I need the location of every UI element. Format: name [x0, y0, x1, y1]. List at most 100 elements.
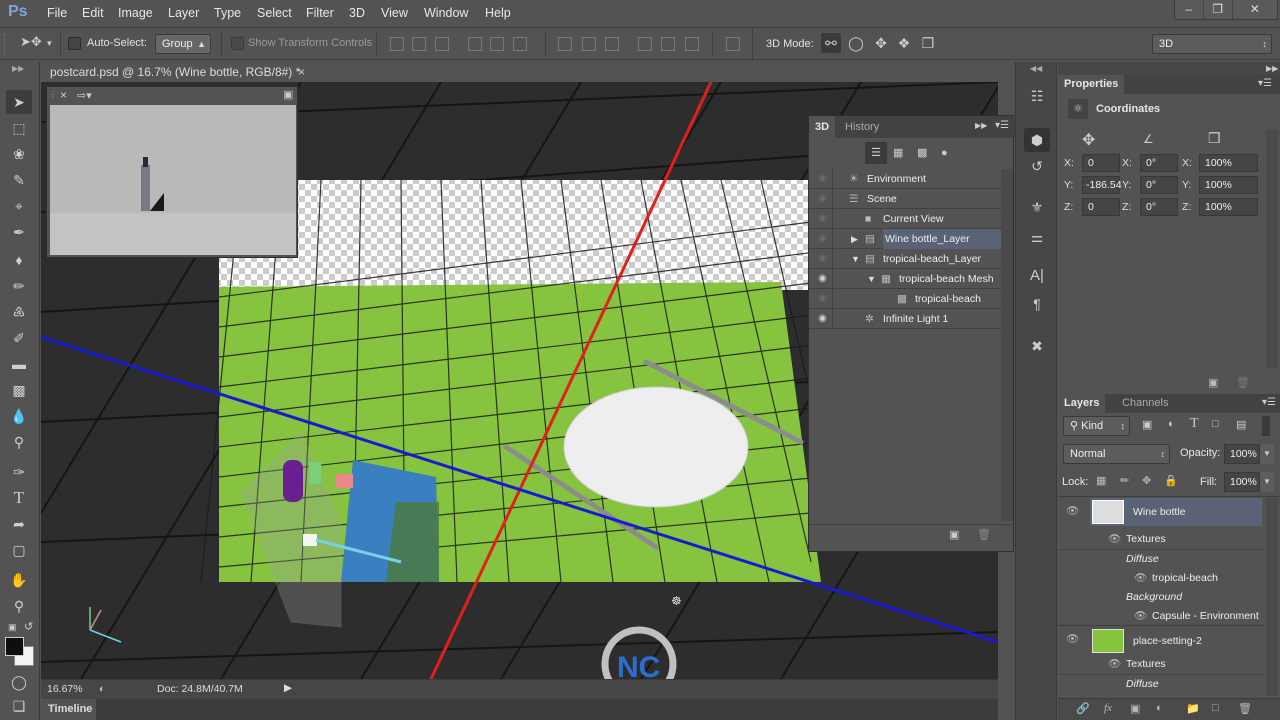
scene-tree-row[interactable]: ◉ ■ Current View	[809, 209, 1001, 229]
filter-shape-icon[interactable]: □	[1212, 418, 1219, 430]
blur-tool-icon[interactable]: 💧	[6, 404, 32, 428]
delete-3d-item-icon[interactable]: 🗑	[977, 528, 991, 541]
history-panel-icon[interactable]: ↺	[1024, 154, 1050, 178]
new-layer-icon[interactable]: □	[1212, 702, 1219, 714]
clone-stamp-tool-icon[interactable]: ♶	[6, 300, 32, 324]
visibility-eye-icon[interactable]: ◉	[813, 169, 833, 189]
layers-menu-icon[interactable]: ▾☰	[1262, 397, 1276, 408]
3d-panel-icon[interactable]: ⬢	[1024, 128, 1050, 152]
new-light-icon[interactable]: ▣	[949, 528, 959, 541]
lock-transparent-pixels-icon[interactable]: ▦	[1096, 474, 1106, 487]
lasso-tool-icon[interactable]: ❀	[6, 142, 32, 166]
swap-views-icon[interactable]: ▣	[283, 88, 293, 101]
layer-effect-textures[interactable]: 👁 Textures	[1058, 655, 1264, 675]
document-tab[interactable]: postcard.psd @ 16.7% (Wine bottle, RGB/8…	[42, 62, 312, 82]
panel-collapse-icon[interactable]: ▶▶	[975, 121, 987, 130]
3d-panel-scrollbar[interactable]	[1001, 169, 1013, 521]
properties-delete-icon[interactable]: 🗑	[1236, 376, 1250, 389]
dodge-tool-icon[interactable]: ⚲	[6, 430, 32, 454]
brush-tool-icon[interactable]: ✏	[6, 274, 32, 298]
collapse-panels-icon[interactable]: ▶▶	[1266, 64, 1278, 73]
zoom-level[interactable]: 16.67%	[47, 683, 83, 695]
move-tool-preset-icon[interactable]: ➤✥ ▼	[20, 34, 53, 50]
position-z-field[interactable]: 0	[1082, 198, 1120, 216]
menu-3d[interactable]: 3D	[349, 6, 365, 20]
filter-whole-scene-icon[interactable]: ☰	[865, 142, 887, 164]
menu-type[interactable]: Type	[214, 6, 241, 20]
layer-name[interactable]: Wine bottle	[1133, 506, 1186, 518]
scene-tree-row[interactable]: ◉ ▼ ▤ tropical-beach_Layer	[809, 249, 1001, 269]
workspace-switcher[interactable]: 3D ↕	[1152, 34, 1272, 54]
crop-tool-icon[interactable]: ⌖	[6, 194, 32, 218]
coordinates-icon[interactable]: ⚛	[1068, 99, 1088, 119]
scene-tree-row[interactable]: ◉ ▼ ▦ tropical-beach Mesh	[809, 269, 1001, 289]
history-brush-tool-icon[interactable]: ✐	[6, 326, 32, 350]
roll-3d-icon[interactable]: ◯	[846, 33, 866, 53]
opacity-slider-toggle[interactable]: ▼	[1260, 444, 1274, 464]
pan-3d-icon[interactable]: ✥	[871, 33, 891, 53]
textures-eye-icon[interactable]: 👁	[1108, 532, 1121, 545]
distribute-top-icon[interactable]	[558, 37, 572, 51]
slide-3d-icon[interactable]: ❖	[894, 33, 914, 53]
layer-name[interactable]: place-setting-2	[1133, 635, 1202, 647]
scene-tree-row[interactable]: ◉ ☀ Environment	[809, 169, 1001, 189]
menu-edit[interactable]: Edit	[82, 6, 104, 20]
link-layers-icon[interactable]: 🔗	[1076, 702, 1090, 715]
tab-layers[interactable]: Layers	[1058, 394, 1106, 413]
filter-lights-icon[interactable]: ●	[941, 142, 948, 164]
paragraph-panel-icon[interactable]: ¶	[1024, 292, 1050, 316]
scale-z-field[interactable]: 100%	[1199, 198, 1258, 216]
default-colors-icon[interactable]: ▣	[8, 622, 17, 633]
texture-tropical-beach[interactable]: 👁 tropical-beach	[1058, 569, 1264, 588]
character-panel-icon[interactable]: A|	[1024, 264, 1050, 288]
align-right-icon[interactable]	[513, 37, 527, 51]
texture-eye-icon[interactable]: 👁	[1134, 609, 1147, 622]
collapse-tools-icon[interactable]: ▶▶	[12, 64, 24, 73]
opacity-field[interactable]: 100%	[1224, 444, 1260, 464]
position-y-field[interactable]: -186.54	[1082, 176, 1122, 194]
orbit-3d-icon[interactable]: ⚯	[821, 33, 841, 53]
fill-field[interactable]: 100%	[1224, 472, 1260, 492]
menu-view[interactable]: View	[381, 6, 408, 20]
visibility-eye-icon[interactable]: ◉	[813, 249, 833, 269]
quick-selection-tool-icon[interactable]: ✎	[6, 168, 32, 192]
align-bottom-icon[interactable]	[435, 37, 449, 51]
close-button[interactable]: ✕	[1231, 0, 1277, 19]
path-selection-tool-icon[interactable]: ➦	[6, 512, 32, 536]
collapse-arrow-icon[interactable]: ▼	[851, 249, 860, 269]
add-mask-icon[interactable]: ▣	[1130, 702, 1140, 715]
auto-select-checkbox[interactable]	[68, 37, 81, 50]
brush-presets-icon[interactable]: ⚜	[1024, 195, 1050, 219]
rotation-y-field[interactable]: 0°	[1140, 176, 1178, 194]
minimize-button[interactable]: –	[1175, 0, 1203, 19]
layer-effect-textures[interactable]: 👁 Textures	[1058, 530, 1264, 550]
lock-position-icon[interactable]: ✥	[1142, 474, 1151, 487]
brush-panel-icon[interactable]: ⚌	[1024, 225, 1050, 249]
menu-help[interactable]: Help	[485, 6, 511, 20]
align-vcenter-icon[interactable]	[412, 37, 426, 51]
filter-meshes-icon[interactable]: ▦	[893, 142, 903, 164]
properties-menu-icon[interactable]: ▾☰	[1258, 78, 1272, 89]
distribute-right-icon[interactable]	[685, 37, 699, 51]
scene-tree-row[interactable]: ◉ ✲ Infinite Light 1	[809, 309, 1001, 329]
layers-scrollbar[interactable]	[1266, 498, 1278, 696]
blend-mode-dropdown[interactable]: Normal ↕	[1063, 444, 1170, 464]
textures-eye-icon[interactable]: 👁	[1108, 657, 1121, 670]
scene-tree-row[interactable]: ◉ ☰ Scene	[809, 189, 1001, 209]
filter-type-icon[interactable]: T	[1190, 416, 1199, 432]
filter-pixel-icon[interactable]: ▣	[1142, 418, 1152, 431]
tab-history[interactable]: History	[845, 116, 879, 138]
filter-materials-icon[interactable]: ▩	[917, 142, 927, 164]
tab-properties[interactable]: Properties	[1058, 75, 1125, 94]
hand-tool-icon[interactable]: ✋	[6, 568, 32, 592]
menu-window[interactable]: Window	[424, 6, 468, 20]
delete-layer-icon[interactable]: 🗑	[1238, 702, 1252, 715]
foreground-color-swatch[interactable]	[5, 637, 24, 656]
menu-file[interactable]: File	[47, 6, 67, 20]
align-left-icon[interactable]	[468, 37, 482, 51]
gradient-tool-icon[interactable]: ▩	[6, 378, 32, 402]
expand-dock-icon[interactable]: ◀◀	[1030, 64, 1042, 73]
distribute-bottom-icon[interactable]	[605, 37, 619, 51]
options-grip[interactable]	[4, 34, 7, 54]
rotation-z-field[interactable]: 0°	[1140, 198, 1178, 216]
